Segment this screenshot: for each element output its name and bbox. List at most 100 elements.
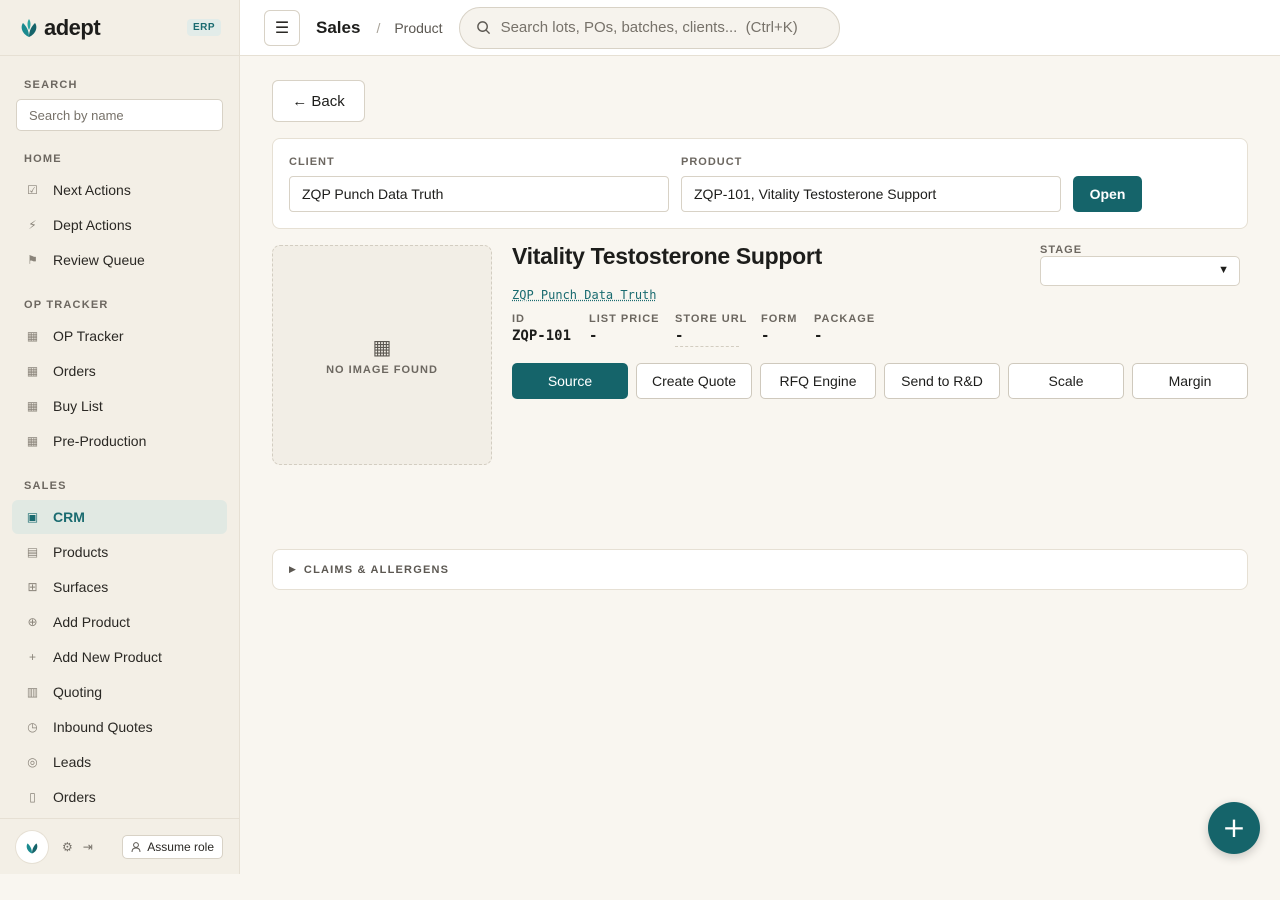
sidebar-item-label: Review Queue [53,252,145,268]
user-icon [131,841,141,852]
meta-package: PACKAGE - [814,313,875,344]
sidebar-item-dept-actions[interactable]: ⚡ Dept Actions [12,208,227,242]
sidebar-item-add-new-product[interactable]: + Add New Product [12,640,227,674]
product-input[interactable] [681,176,1061,212]
sidebar-item-leads[interactable]: ◎ Leads [12,745,227,779]
sidebar-item-label: CRM [53,509,85,525]
sidebar-item-pre-production[interactable]: ▦ Pre-Production [12,424,227,458]
sidebar-item-orders[interactable]: ▦ Orders [12,354,227,388]
target-icon: ◎ [27,755,38,769]
source-button[interactable]: Source [512,363,628,399]
menu-toggle-button[interactable]: ☰ [264,9,300,46]
calculator-icon: ▥ [26,685,39,699]
sidebar-item-crm[interactable]: ▣ CRM [12,500,227,534]
sidebar-item-label: OP Tracker [53,328,124,344]
table-icon: ⊞ [27,580,38,594]
sidebar-item-label: Pre-Production [53,433,147,449]
grid-icon: ▦ [26,434,39,448]
avatar[interactable] [16,830,48,863]
breadcrumb-section[interactable]: Sales [316,18,360,38]
sidebar-item-label: Surfaces [53,579,109,595]
meta-price-value: - [589,328,598,344]
global-search-input[interactable] [500,19,821,36]
logo-leaf-icon [21,18,37,37]
client-product-picker: CLIENT PRODUCT Open [272,138,1248,229]
logo-text: adept [44,14,101,40]
meta-form-label: FORM [761,313,798,325]
meta-id-label: ID [512,313,525,325]
sidebar-item-label: Orders [53,789,96,805]
avatar-leaf-icon [26,842,38,854]
meta-price-label: LIST PRICE [589,313,660,325]
product-image-placeholder: ▦ NO IMAGE FOUND [272,245,492,465]
back-button[interactable]: ← Back [272,80,365,122]
sidebar-item-label: Inbound Quotes [53,719,153,735]
flag-icon: ⚑ [27,253,38,267]
fab-add-button[interactable]: + [1208,802,1260,854]
sidebar: adept ERP SEARCH HOME ☑ Next Actions ⚡ Dept … [0,0,240,874]
sidebar-footer: ⚙ ⇥ Assume role [0,818,239,874]
sidebar-item-inbound-quotes[interactable]: ◷ Inbound Quotes [12,710,227,744]
claims-allergens-section[interactable]: ▶ CLAIMS & ALLERGENS [272,549,1248,590]
open-button[interactable]: Open [1073,176,1142,212]
send-to-r-d-button[interactable]: Send to R&D [884,363,1000,399]
sidebar-item-next-actions[interactable]: ☑ Next Actions [12,173,227,207]
assume-role-button[interactable]: Assume role [122,834,223,859]
sidebar-item-orders[interactable]: ▯ Orders [12,780,227,814]
product-label: PRODUCT [681,156,743,168]
chevron-down-icon: ▼ [1218,264,1229,276]
meta-url-label: STORE URL [675,313,748,325]
sidebar-item-label: Dept Actions [53,217,132,233]
search-icon [476,21,490,35]
sidebar-nav[interactable]: SEARCH HOME ☑ Next Actions ⚡ Dept Actions ⚑ Re… [0,57,239,817]
breadcrumb-separator: / [376,19,381,36]
meta-store-url: STORE URL - [675,313,747,347]
sidebar-item-add-product[interactable]: ⊕ Add Product [12,605,227,639]
sidebar-item-quoting[interactable]: ▥ Quoting [12,675,227,709]
sidebar-item-label: Leads [53,754,92,770]
sidebar-section-label: SALES [24,480,67,492]
meta-list-price: LIST PRICE - [589,313,660,344]
clipboard-icon: ▯ [29,790,36,804]
global-search[interactable] [458,6,840,49]
stage-select[interactable]: ▼ [1040,256,1240,286]
checkbox-icon: ☑ [27,183,38,197]
hamburger-icon: ☰ [274,19,290,37]
plus-circle-icon: ⊕ [27,615,38,629]
sidebar-item-buy-list[interactable]: ▦ Buy List [12,389,227,423]
sidebar-item-legacy-products[interactable]: ☑Legacy Products [12,815,227,817]
margin-button[interactable]: Margin [1132,363,1248,399]
sidebar-item-review-queue[interactable]: ⚑ Review Queue [12,243,227,277]
meta-url-value[interactable]: - [675,328,739,347]
rfq-engine-button[interactable]: RFQ Engine [760,363,876,399]
meta-package-value: - [814,328,823,344]
sidebar-item-surfaces[interactable]: ⊞ Surfaces [12,570,227,604]
caret-right-icon: ▶ [289,564,296,574]
sidebar-search-input[interactable] [16,99,223,131]
meta-id-value: ZQP-101 [512,328,572,344]
sidebar-section-label: OP TRACKER [24,299,109,311]
logout-icon[interactable]: ⇥ [83,840,93,854]
lightning-icon: ⚡ [28,218,37,232]
claims-allergens-label: CLAIMS & ALLERGENS [303,563,450,576]
sidebar-item-label: Quoting [53,684,103,700]
grid-icon: ▦ [26,399,39,413]
sidebar-item-op-tracker[interactable]: ▦ OP Tracker [12,319,227,353]
image-grid-icon: ▦ [372,336,392,359]
client-link[interactable]: ZQP Punch Data Truth [512,288,657,302]
breadcrumb-page: Product [394,19,443,36]
sidebar-item-label: Add New Product [53,649,162,665]
sidebar-section-search-label: SEARCH [24,79,78,91]
assume-role-label: Assume role [147,839,214,854]
contact-card-icon: ▣ [26,510,39,524]
client-input[interactable] [289,176,669,212]
no-image-text: NO IMAGE FOUND [326,363,438,376]
sidebar-section-label: HOME [24,153,62,165]
settings-icon[interactable]: ⚙ [62,840,73,854]
scale-button[interactable]: Scale [1008,363,1124,399]
logo-row: adept ERP [0,0,239,56]
sidebar-item-label: Add Product [53,614,131,630]
sidebar-item-products[interactable]: ▤ Products [12,535,227,569]
create-quote-button[interactable]: Create Quote [636,363,752,399]
stage-label: STAGE [1040,244,1083,256]
